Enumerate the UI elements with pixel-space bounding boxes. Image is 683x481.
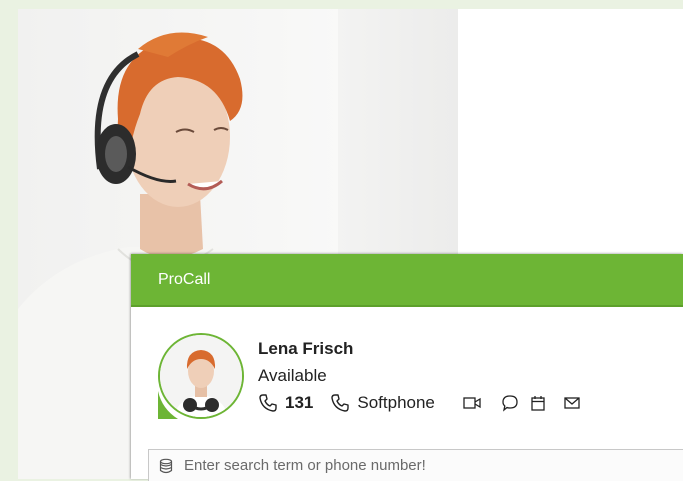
- search-input[interactable]: [184, 457, 624, 474]
- search-bar[interactable]: [148, 449, 683, 481]
- background-window: [458, 9, 683, 259]
- contact-card[interactable]: Lena Frisch Available 131 Softphone: [158, 333, 678, 425]
- contact-status: Available: [258, 366, 327, 385]
- procall-window: ProCall Lena Frisch Available 131 Softph…: [131, 254, 683, 481]
- softphone-label[interactable]: Softphone: [357, 393, 435, 413]
- contact-actions: 131 Softphone: [258, 391, 581, 415]
- contact-name: Lena Frisch: [258, 339, 354, 358]
- phone-icon[interactable]: [258, 393, 278, 413]
- app-title: ProCall: [158, 270, 211, 288]
- mail-icon[interactable]: [563, 394, 581, 412]
- softphone-icon[interactable]: [330, 393, 350, 413]
- database-icon: [159, 458, 173, 474]
- video-icon[interactable]: [462, 394, 482, 412]
- titlebar: ProCall: [131, 254, 683, 307]
- presence-indicator: [158, 391, 178, 419]
- phone-extension[interactable]: 131: [285, 393, 313, 413]
- calendar-icon[interactable]: [529, 394, 547, 412]
- chat-icon[interactable]: [501, 394, 519, 412]
